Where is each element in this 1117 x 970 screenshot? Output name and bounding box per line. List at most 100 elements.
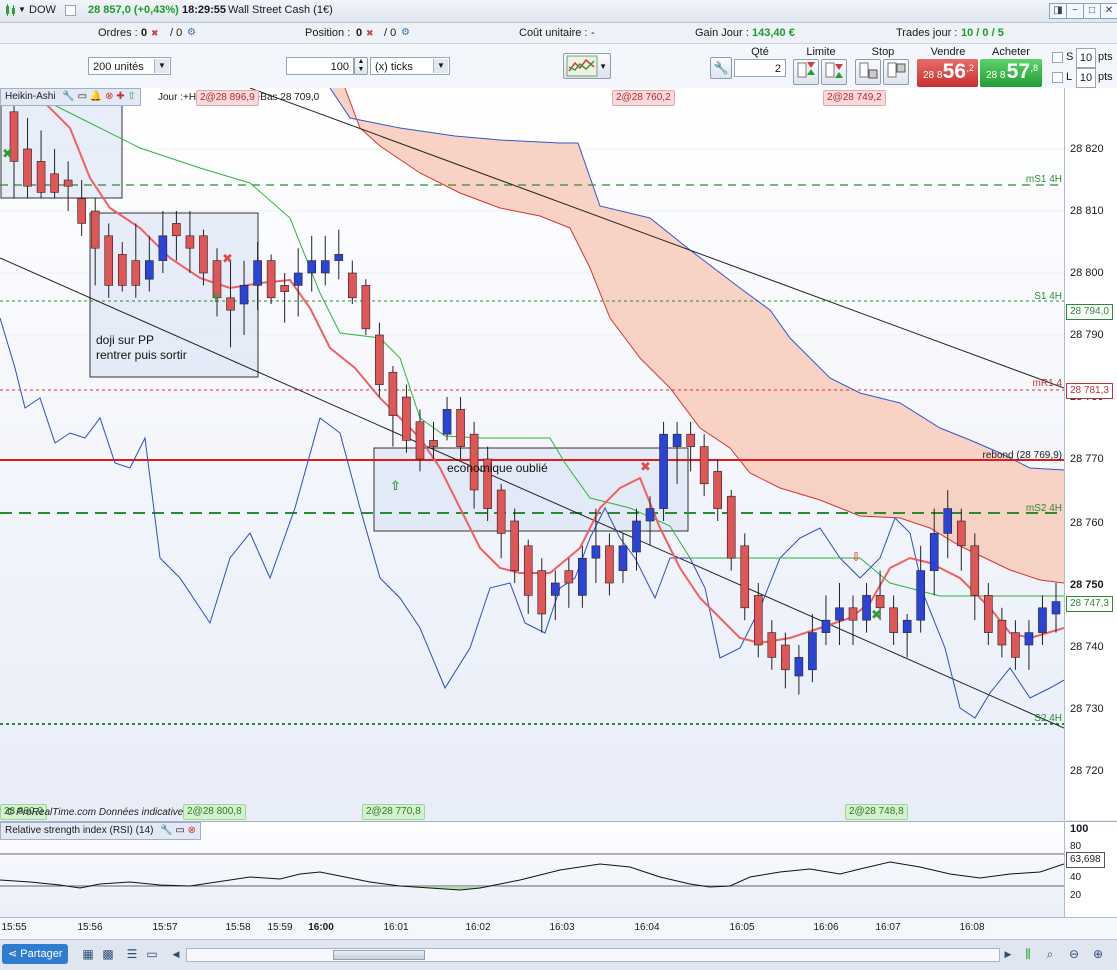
gear-icon[interactable]: ⚙ (401, 27, 410, 38)
candle-body (361, 285, 371, 330)
units-select[interactable]: 200 unités ▼ (88, 57, 171, 75)
heikin-ashi-label: Heikin-Ashi (5, 91, 56, 102)
window-icon[interactable]: ▭ (175, 825, 184, 836)
candlestick-icon (4, 3, 18, 20)
limit-sell-button[interactable] (821, 59, 847, 85)
time-tick: 16:07 (875, 922, 901, 933)
wrench-button[interactable]: 🔧 (710, 57, 732, 79)
stop-sell-button[interactable] (883, 59, 909, 85)
ticks-unit-select[interactable]: (x) ticks ▼ (370, 57, 450, 75)
candle-chart-icon[interactable]: ⫼ (1020, 946, 1036, 962)
l-checkbox[interactable] (1052, 72, 1063, 86)
order-tag-bottom-1[interactable]: 2@28 800,8 (183, 804, 246, 820)
candle-body (713, 471, 722, 509)
zoom-auto-icon[interactable]: ⌕ (1042, 946, 1058, 962)
limit-label: Limite (806, 46, 836, 58)
time-tick: 16:01 (383, 922, 409, 933)
layout-icon[interactable]: ▦ (80, 946, 96, 962)
limit-buy-button[interactable] (793, 59, 819, 85)
time-axis[interactable]: 15:55 15:56 15:57 15:58 15:59 16:00 16:0… (0, 917, 1117, 940)
zoom-out-icon[interactable]: ⊖ (1066, 946, 1082, 962)
ticks-stepper[interactable]: ▲ ▼ (354, 57, 368, 75)
buy-button[interactable]: 28 8 57 ,8 (980, 59, 1042, 87)
candle-body (821, 619, 831, 633)
add-icon[interactable]: ✚ (116, 91, 124, 102)
sell-marker: ✖ (222, 251, 233, 266)
candle-body (537, 570, 547, 615)
day-gain-label: Gain Jour : (695, 27, 749, 39)
up-arrow-marker: ⇧ (390, 478, 401, 493)
l-pts-label: pts (1098, 71, 1113, 83)
scroll-left-icon[interactable]: ◀ (168, 946, 184, 962)
order-tag-top-2[interactable]: 2@28 760,2 (612, 90, 675, 106)
qty-input[interactable]: 2 (734, 59, 786, 77)
list-icon[interactable]: ☰ (124, 946, 140, 962)
position-value-2: / 0 (384, 27, 397, 39)
rsi-panel[interactable]: Relative strength index (RSI) (14) 🔧 ▭ ⊗ (0, 821, 1064, 918)
position-value: 0 (356, 27, 363, 39)
window-icon[interactable]: ▭ (78, 91, 87, 102)
symbol-dropdown-arrow[interactable]: ▼ (18, 5, 26, 14)
bottom-toolbar: ⋖ Partager ▦ ▩ ☰ ▭ ◀ ▶ ⫼ ⌕ ⊖ ⊕ (0, 939, 1117, 970)
up-arrow-icon[interactable]: ⇧ (127, 91, 135, 102)
order-tag-bottom-2[interactable]: 2@28 770,8 (362, 804, 425, 820)
symbol-label[interactable]: DOW (29, 4, 56, 16)
gear-icon[interactable]: ⚙ (187, 27, 196, 38)
chevron-down-icon[interactable]: ▼ (433, 59, 448, 73)
candle-body (1011, 632, 1020, 658)
order-tag-bottom-3[interactable]: 2@28 748,8 (845, 804, 908, 820)
share-icon: ⋖ (8, 948, 21, 960)
scrollbar-thumb[interactable] (333, 950, 425, 960)
checkbox-icon[interactable] (65, 5, 76, 19)
screen-icon[interactable]: ▭ (144, 946, 160, 962)
share-button[interactable]: ⋖ Partager (2, 944, 69, 964)
horizontal-scrollbar[interactable] (186, 948, 1000, 962)
sell-button[interactable]: 28 8 56 ,2 (917, 59, 978, 87)
chart-settings-button[interactable]: ▼ (563, 53, 611, 79)
order-tag-top-1[interactable]: 2@28 896,9 (196, 90, 259, 106)
close-icon[interactable]: ⊗ (105, 91, 113, 102)
candle-body (889, 607, 898, 633)
annotation-doji-line2[interactable]: rentrer puis sortir (96, 348, 187, 362)
stop-buy-button[interactable] (855, 59, 881, 85)
minimize-icon[interactable]: − (1066, 3, 1084, 19)
zoom-in-icon[interactable]: ⊕ (1090, 946, 1106, 962)
time-tick: 16:03 (549, 922, 575, 933)
cancel-icon[interactable]: ✖ (366, 28, 374, 39)
annotation-doji-line1[interactable]: doji sur PP (96, 333, 154, 347)
wrench-icon[interactable]: 🔧 (62, 91, 74, 102)
bell-icon[interactable]: 🔔 (90, 91, 102, 102)
buy-price-big: 57 (1006, 60, 1030, 83)
scroll-right-icon[interactable]: ▶ (1000, 946, 1016, 962)
s-checkbox[interactable] (1052, 52, 1063, 66)
ticks-input[interactable]: 100 (286, 57, 354, 75)
window-icon[interactable]: ◨ (1049, 3, 1067, 19)
candle-body (429, 440, 438, 447)
price-axis-label: 28 750 (1070, 579, 1104, 591)
order-tag-top-3[interactable]: 2@28 749,2 (823, 90, 886, 106)
candle-body (510, 520, 520, 571)
maximize-icon[interactable]: □ (1083, 3, 1101, 19)
annotation-economique[interactable]: economique oublié (447, 461, 548, 475)
candle-body (1024, 632, 1034, 646)
time-tick: 16:02 (465, 922, 491, 933)
candle-body (131, 260, 141, 286)
chevron-down-icon[interactable]: ▼ (154, 59, 169, 73)
s-pts-input[interactable]: 10 (1076, 48, 1096, 68)
wrench-icon[interactable]: 🔧 (160, 825, 172, 836)
price-chart[interactable]: ✖✖⇧⇧✖⇩✖ Heikin-Ashi 🔧 ▭ 🔔 ⊗ ✚ ⇧ Jour :+H… (0, 88, 1064, 820)
l-pts-input[interactable]: 10 (1076, 68, 1096, 88)
candle-body (456, 409, 465, 447)
price-axis-label: 28 810 (1070, 205, 1104, 217)
price-axis-label: 28 790 (1070, 329, 1104, 341)
grid-icon[interactable]: ▩ (100, 946, 116, 962)
rsi-title: Relative strength index (RSI) (14) 🔧 ▭ ⊗ (0, 822, 202, 840)
order-stop-icon (887, 62, 906, 78)
cancel-icon[interactable]: ✖ (151, 28, 159, 39)
close-icon[interactable]: ⊗ (188, 825, 196, 836)
candle-body (618, 545, 628, 571)
candle-body (145, 260, 154, 280)
day-trades-label: Trades jour : (896, 27, 958, 39)
close-icon[interactable]: ✕ (1100, 3, 1117, 19)
price-axis[interactable]: 28 820 28 810 28 800 28 790 28 780 28 77… (1064, 88, 1117, 820)
